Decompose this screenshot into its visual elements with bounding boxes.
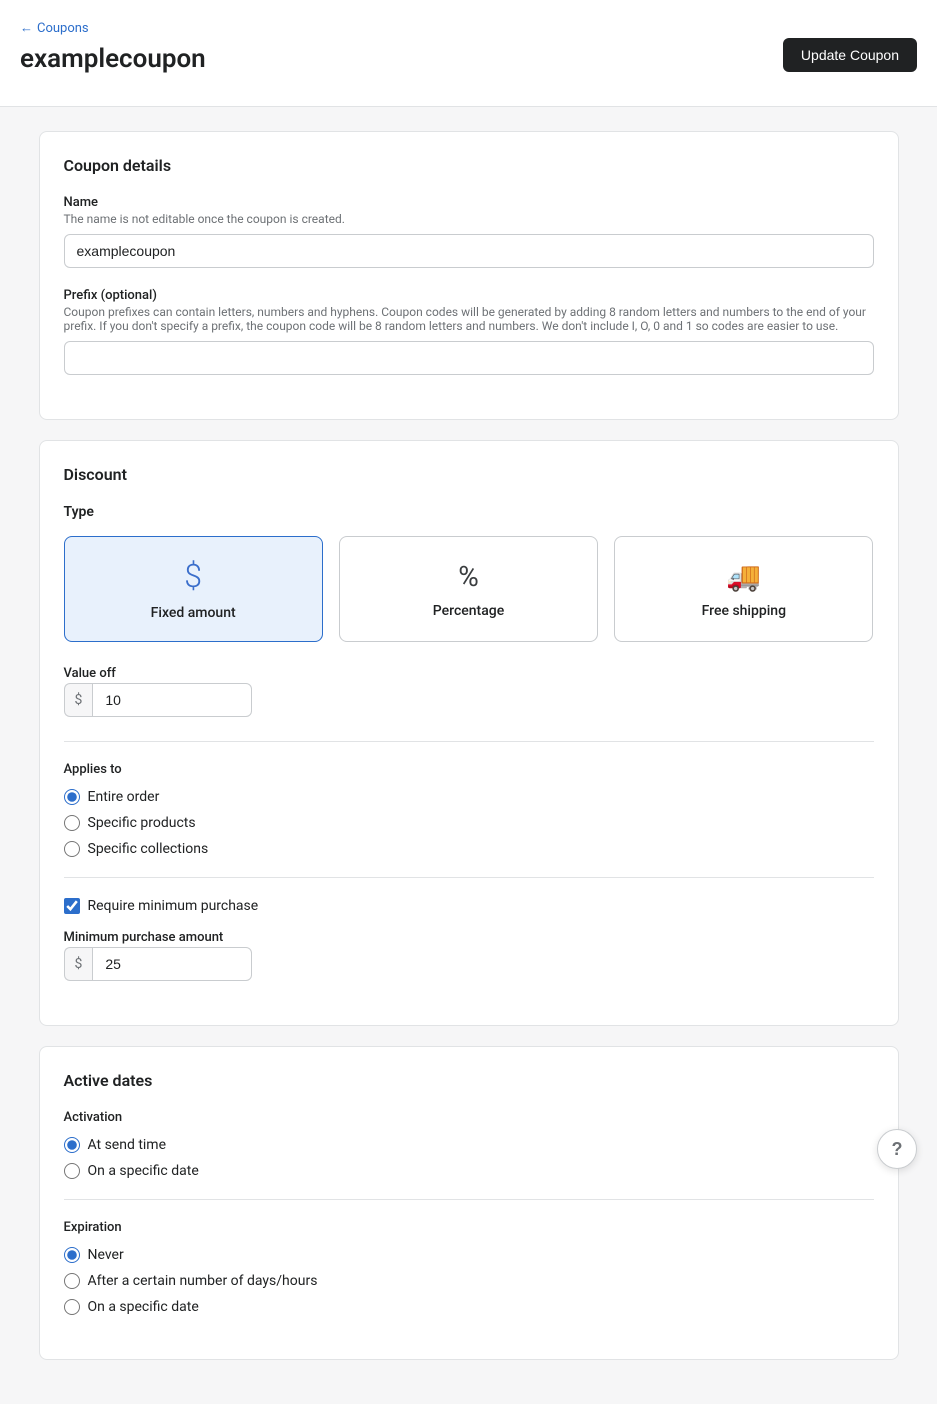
expiration-label: Expiration: [64, 1220, 874, 1235]
activation-at-send-time-radio[interactable]: [64, 1137, 80, 1153]
type-option-free-shipping[interactable]: 🚚 Free shipping: [614, 536, 873, 642]
applies-to-radio-group: Entire order Specific products Specific …: [64, 789, 874, 857]
free-shipping-label: Free shipping: [702, 603, 786, 619]
discount-title: Discount: [64, 465, 874, 484]
applies-entire-order-label: Entire order: [88, 789, 160, 805]
min-purchase-amount-group: Minimum purchase amount $: [64, 930, 874, 981]
page-title: examplecoupon: [20, 36, 206, 90]
percentage-label: Percentage: [433, 603, 504, 619]
activation-specific-date[interactable]: On a specific date: [64, 1163, 874, 1179]
expiration-days-hours-radio[interactable]: [64, 1273, 80, 1289]
percent-icon: %: [458, 560, 479, 593]
activation-radio-group: At send time On a specific date: [64, 1137, 874, 1179]
expiration-never-radio[interactable]: [64, 1247, 80, 1263]
type-option-percentage[interactable]: % Percentage: [339, 536, 598, 642]
name-hint: The name is not editable once the coupon…: [64, 212, 874, 226]
prefix-label: Prefix (optional): [64, 288, 874, 303]
name-label: Name: [64, 195, 874, 210]
dollar-icon: $: [184, 557, 202, 595]
value-off-input[interactable]: [92, 683, 252, 717]
value-off-label: Value off: [64, 666, 874, 681]
value-off-group: Value off $: [64, 666, 874, 717]
applies-entire-order[interactable]: Entire order: [64, 789, 874, 805]
applies-specific-products-radio[interactable]: [64, 815, 80, 831]
applies-specific-collections-label: Specific collections: [88, 841, 209, 857]
require-min-purchase-checkbox[interactable]: [64, 898, 80, 914]
coupon-details-title: Coupon details: [64, 156, 874, 175]
expiration-radio-group: Never After a certain number of days/hou…: [64, 1247, 874, 1315]
arrow-icon: ←: [20, 20, 33, 36]
currency-prefix: $: [64, 683, 93, 717]
top-nav: ← Coupons examplecoupon Update Coupon: [0, 0, 937, 106]
name-field-group: Name The name is not editable once the c…: [64, 195, 874, 268]
divider-2: [64, 877, 874, 878]
min-purchase-amount-input[interactable]: [92, 947, 252, 981]
applies-specific-products[interactable]: Specific products: [64, 815, 874, 831]
divider-3: [64, 1199, 874, 1200]
fixed-amount-label: Fixed amount: [151, 605, 236, 621]
top-header: ← Coupons examplecoupon Update Coupon: [0, 0, 937, 107]
expiration-days-hours[interactable]: After a certain number of days/hours: [64, 1273, 874, 1289]
value-off-row: $: [64, 683, 874, 717]
active-dates-card: Active dates Activation At send time On …: [39, 1046, 899, 1360]
activation-specific-date-label: On a specific date: [88, 1163, 199, 1179]
applies-specific-collections[interactable]: Specific collections: [64, 841, 874, 857]
require-min-purchase-label: Require minimum purchase: [88, 898, 259, 914]
update-coupon-button[interactable]: Update Coupon: [783, 38, 917, 72]
expiration-specific-date[interactable]: On a specific date: [64, 1299, 874, 1315]
min-purchase-amount-label: Minimum purchase amount: [64, 930, 874, 945]
expiration-never-label: Never: [88, 1247, 124, 1263]
min-purchase-currency-prefix: $: [64, 947, 93, 981]
require-min-purchase-checkbox-item[interactable]: Require minimum purchase: [64, 898, 874, 914]
activation-at-send-time-label: At send time: [88, 1137, 167, 1153]
prefix-input[interactable]: [64, 341, 874, 375]
breadcrumb: ← Coupons: [20, 12, 206, 36]
truck-icon: 🚚: [726, 560, 761, 593]
expiration-specific-date-label: On a specific date: [88, 1299, 199, 1315]
activation-specific-date-radio[interactable]: [64, 1163, 80, 1179]
expiration-days-hours-label: After a certain number of days/hours: [88, 1273, 318, 1289]
active-dates-title: Active dates: [64, 1071, 874, 1090]
activation-label: Activation: [64, 1110, 874, 1125]
expiration-specific-date-radio[interactable]: [64, 1299, 80, 1315]
applies-to-label: Applies to: [64, 762, 874, 777]
page-wrapper: Coupon details Name The name is not edit…: [19, 107, 919, 1404]
name-input[interactable]: [64, 234, 874, 268]
divider-1: [64, 741, 874, 742]
prefix-hint: Coupon prefixes can contain letters, num…: [64, 305, 874, 333]
activation-at-send-time[interactable]: At send time: [64, 1137, 874, 1153]
applies-specific-collections-radio[interactable]: [64, 841, 80, 857]
breadcrumb-link[interactable]: ← Coupons: [20, 20, 89, 36]
type-options: $ Fixed amount % Percentage 🚚 Free shipp…: [64, 536, 874, 642]
breadcrumb-label: Coupons: [37, 21, 89, 36]
type-label: Type: [64, 504, 874, 520]
min-purchase-row: $: [64, 947, 874, 981]
discount-card: Discount Type $ Fixed amount % Percentag…: [39, 440, 899, 1026]
applies-entire-order-radio[interactable]: [64, 789, 80, 805]
expiration-never[interactable]: Never: [64, 1247, 874, 1263]
left-nav: ← Coupons examplecoupon: [20, 12, 206, 90]
help-button[interactable]: ?: [877, 1129, 917, 1169]
applies-specific-products-label: Specific products: [88, 815, 196, 831]
prefix-field-group: Prefix (optional) Coupon prefixes can co…: [64, 288, 874, 375]
type-option-fixed-amount[interactable]: $ Fixed amount: [64, 536, 323, 642]
coupon-details-card: Coupon details Name The name is not edit…: [39, 131, 899, 420]
